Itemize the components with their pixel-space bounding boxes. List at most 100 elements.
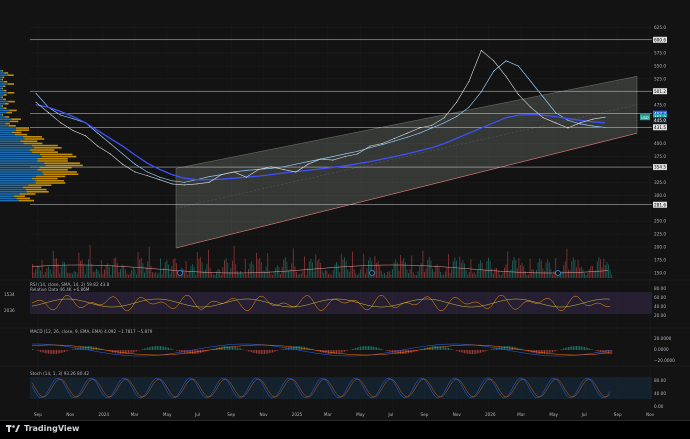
time-axis-label: Nov	[453, 412, 462, 417]
time-axis-label: Jul	[194, 412, 200, 417]
volume-bar	[402, 261, 403, 278]
volume-bar	[296, 272, 297, 278]
volume-bar	[434, 272, 435, 278]
macd-histogram-bar	[62, 350, 63, 352]
volume-bar	[123, 265, 124, 278]
series-point	[283, 169, 284, 170]
volume-bar	[579, 268, 580, 278]
volume-bar	[515, 260, 516, 278]
macd-histogram-bar	[158, 346, 159, 350]
macd-histogram-bar	[122, 350, 123, 354]
volume-profile-bar	[0, 165, 46, 167]
volume-bar	[40, 271, 41, 278]
volume-profile-bar	[0, 112, 7, 114]
volume-bar	[158, 273, 159, 278]
series-point	[456, 116, 457, 117]
macd-histogram-bar	[472, 350, 473, 354]
series-point	[308, 161, 309, 162]
macd-histogram-bar	[179, 350, 180, 352]
volume-bar	[544, 271, 545, 278]
macd-histogram-bar	[178, 350, 179, 351]
macd-histogram-bar	[192, 350, 193, 354]
macd-histogram-bar	[56, 350, 57, 354]
volume-profile-bar	[0, 171, 42, 173]
macd-histogram-bar	[506, 346, 507, 350]
macd-histogram-bar	[477, 350, 478, 354]
volume-bar	[272, 275, 273, 278]
volume-bar	[99, 274, 100, 278]
series-point	[48, 112, 49, 113]
price-axis-label: 175.0	[654, 257, 666, 262]
volume-bar	[101, 260, 102, 278]
volume-bar	[317, 261, 318, 278]
volume-profile-bar	[0, 176, 36, 178]
volume-bar	[523, 266, 524, 278]
volume-bar	[510, 269, 511, 278]
macd-histogram-bar	[45, 350, 46, 353]
volume-bar	[102, 274, 103, 278]
volume-bar	[374, 256, 375, 278]
price-axis-label: 375.0	[654, 154, 666, 159]
macd-histogram-bar	[347, 350, 348, 351]
volume-bar	[504, 268, 505, 278]
series-point	[506, 117, 507, 118]
macd-histogram-bar	[366, 346, 367, 350]
chart-svg[interactable]: 625.0600.6575.0550.0525.0501.2475.0457.7…	[0, 0, 690, 420]
volume-profile-bar	[0, 162, 44, 164]
volume-profile-bar	[0, 101, 8, 103]
series-point	[394, 156, 395, 157]
volume-profile-bar	[0, 187, 23, 189]
macd-histogram-bar	[253, 350, 254, 353]
volume-profile-bar	[0, 158, 37, 160]
volume-profile-bar	[43, 173, 78, 175]
volume-bar	[304, 256, 305, 278]
series-point	[97, 130, 98, 131]
volume-bar	[219, 270, 220, 278]
volume-bar	[195, 274, 196, 278]
series-point	[481, 128, 482, 129]
series-point	[48, 107, 49, 108]
series-point	[419, 150, 420, 151]
series-point	[407, 133, 408, 134]
macd-histogram-bar	[234, 347, 235, 350]
series-point	[97, 146, 98, 147]
volume-bar	[283, 259, 284, 278]
macd-histogram-bar	[362, 346, 363, 350]
macd-histogram-bar	[386, 350, 387, 351]
volume-bar	[539, 258, 540, 278]
volume-profile-bar	[0, 182, 36, 184]
series-point	[431, 125, 432, 126]
rsi-band	[30, 292, 652, 314]
volume-bar	[421, 263, 422, 278]
volume-bar	[98, 270, 99, 278]
macd-histogram-bar	[128, 350, 129, 353]
volume-bar	[398, 271, 399, 278]
volume-bar	[238, 273, 239, 278]
macd-histogram-bar	[334, 350, 335, 354]
volume-bar	[464, 263, 465, 278]
volume-bar	[426, 268, 427, 278]
macd-histogram-bar	[584, 347, 585, 350]
price-axis-label: 525.0	[654, 76, 666, 81]
series-point	[135, 164, 136, 165]
brand[interactable]: TradingView	[6, 424, 79, 433]
volume-bar	[566, 249, 567, 278]
volume-profile-bar	[0, 191, 27, 193]
volume-bar	[323, 273, 324, 278]
volume-bar	[336, 262, 337, 278]
volume-bar	[536, 270, 537, 278]
volume-profile-bar	[36, 176, 65, 178]
volume-profile-bar	[28, 184, 51, 186]
volume-profile-bar	[2, 105, 3, 107]
volume-bar	[82, 260, 83, 278]
macd-histogram-bar	[123, 350, 124, 354]
macd-histogram-bar	[381, 349, 382, 350]
macd-histogram-bar	[357, 347, 358, 350]
volume-profile-bar	[5, 103, 9, 105]
macd-histogram-bar	[544, 350, 545, 354]
macd-histogram-bar	[586, 347, 587, 350]
volume-bar	[445, 271, 446, 278]
macd-histogram-bar	[565, 348, 566, 350]
macd-histogram-bar	[53, 350, 54, 354]
macd-histogram-bar	[88, 346, 89, 350]
